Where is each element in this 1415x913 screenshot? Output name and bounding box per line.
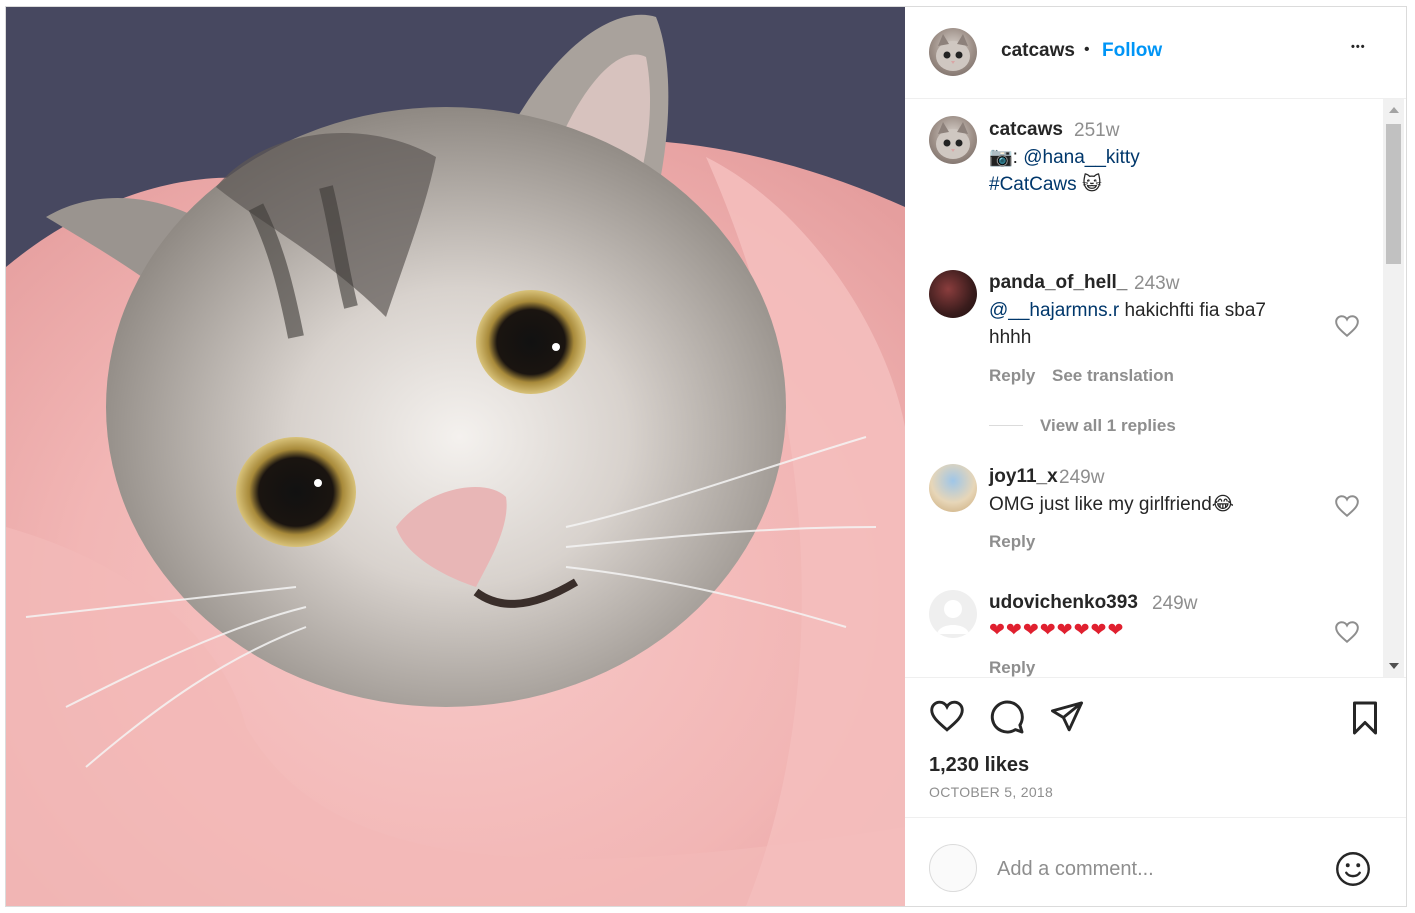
cat-avatar-icon (936, 34, 970, 71)
comment-username[interactable]: udovichenko393 (989, 592, 1138, 614)
post-image[interactable] (6, 7, 905, 906)
caption-mention[interactable]: @hana__kitty (1023, 147, 1139, 168)
cat-avatar-icon (936, 122, 970, 159)
caption-username[interactable]: catcaws (989, 119, 1063, 141)
caption-hashtag[interactable]: #CatCaws (989, 174, 1077, 195)
comment-body: ❤❤❤❤❤❤❤❤ (989, 620, 1125, 641)
caption-colon: : (1012, 147, 1018, 168)
more-icon[interactable]: ••• (1351, 41, 1366, 53)
comment-heart-icon[interactable] (1334, 314, 1360, 338)
cat-emoji: 😺 (1081, 174, 1102, 195)
comment-text-line2: hhhh (989, 327, 1032, 348)
scroll-up-icon[interactable] (1389, 107, 1399, 113)
likes-count[interactable]: 1,230 likes (929, 754, 1029, 777)
add-comment-bar: Add a comment... (905, 817, 1406, 906)
kitten-photo (6, 7, 905, 906)
reply-button[interactable]: Reply (989, 532, 1035, 552)
current-user-avatar (929, 844, 977, 892)
comment-body: hakichfti fia sba7 (1119, 300, 1266, 321)
comment-mention[interactable]: @__hajarmns.r (989, 300, 1119, 321)
commenter-avatar[interactable] (929, 590, 977, 638)
comment-text: @__hajarmns.r hakichfti fia sba7 (989, 297, 1266, 324)
caption-line1: 📷: @hana__kitty (989, 144, 1140, 171)
comment-heart-icon[interactable] (1334, 494, 1360, 518)
heart-icon[interactable] (929, 700, 965, 732)
post-modal: catcaws • Follow ••• catcaws 251w 📷: @ha… (5, 6, 1407, 907)
author-avatar[interactable] (929, 28, 977, 76)
reply-button[interactable]: Reply (989, 658, 1035, 677)
caption-line2: #CatCaws 😺 (989, 171, 1102, 198)
post-date: OCTOBER 5, 2018 (929, 784, 1054, 800)
caption-age: 251w (1074, 120, 1120, 141)
comments-scrollbar[interactable] (1383, 99, 1404, 677)
comment-username[interactable]: joy11_x (989, 466, 1058, 488)
commenter-avatar[interactable] (929, 270, 977, 318)
scroll-down-icon[interactable] (1389, 663, 1399, 669)
comment-username[interactable]: panda_of_hell_ (989, 272, 1127, 294)
comment-age: 249w (1152, 593, 1198, 614)
post-side-panel: catcaws • Follow ••• catcaws 251w 📷: @ha… (905, 7, 1406, 906)
comment-age: 243w (1134, 273, 1180, 294)
comment-heart-icon[interactable] (1334, 620, 1360, 644)
camera-emoji: 📷 (989, 147, 1013, 168)
default-user-icon (937, 600, 969, 634)
smiley-icon[interactable] (1335, 851, 1371, 887)
share-icon[interactable] (1049, 700, 1085, 732)
comment-icon[interactable] (989, 699, 1025, 735)
author-username[interactable]: catcaws (1001, 40, 1075, 62)
replies-divider (989, 425, 1023, 426)
comment-body: OMG just like my girlfriend😂 (989, 494, 1234, 515)
comments-list[interactable]: catcaws 251w 📷: @hana__kitty #CatCaws 😺 … (905, 99, 1406, 677)
caption-avatar[interactable] (929, 116, 977, 164)
post-header: catcaws • Follow ••• (905, 7, 1406, 99)
bookmark-icon[interactable] (1349, 700, 1381, 736)
comment-input[interactable]: Add a comment... (997, 858, 1154, 881)
view-replies-button[interactable]: View all 1 replies (1040, 416, 1176, 436)
scrollbar-thumb[interactable] (1386, 124, 1401, 264)
commenter-avatar[interactable] (929, 464, 977, 512)
see-translation-button[interactable]: See translation (1052, 366, 1174, 386)
follow-button[interactable]: Follow (1102, 40, 1162, 62)
reply-button[interactable]: Reply (989, 366, 1035, 386)
comment-age: 249w (1059, 467, 1105, 488)
post-actions: 1,230 likes OCTOBER 5, 2018 (905, 677, 1406, 818)
header-separator: • (1084, 41, 1090, 58)
